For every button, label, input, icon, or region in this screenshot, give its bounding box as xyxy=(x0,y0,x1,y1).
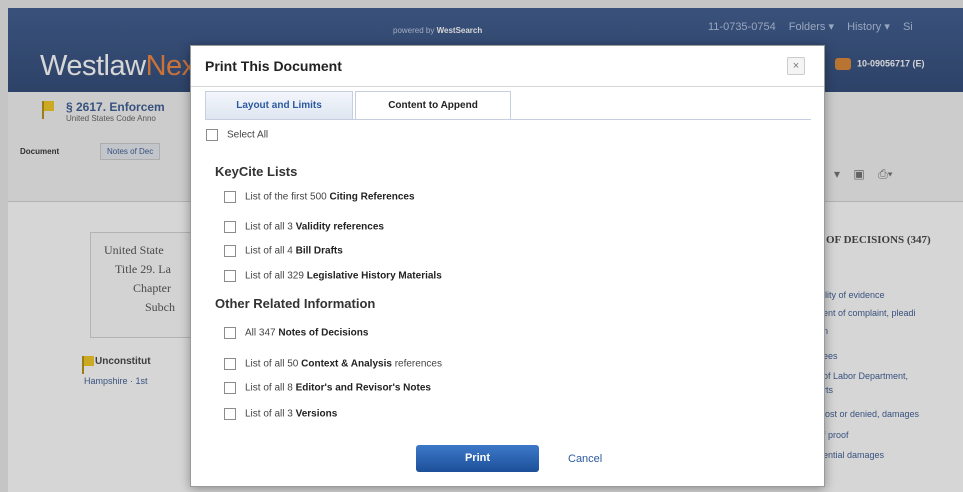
select-all-checkbox[interactable] xyxy=(206,129,218,141)
print-dialog: Print This Document × Layout and Limits … xyxy=(190,45,825,487)
bill-drafts-checkbox[interactable] xyxy=(224,245,236,257)
option-label: List of all 50 Context & Analysis refere… xyxy=(245,358,442,370)
print-button[interactable]: Print xyxy=(416,445,539,472)
option-label: List of all 329 Legislative History Mate… xyxy=(245,270,442,282)
list-item: All 347 Notes of Decisions xyxy=(224,327,368,343)
list-item: List of all 329 Legislative History Mate… xyxy=(224,270,442,286)
editors-notes-checkbox[interactable] xyxy=(224,382,236,394)
versions-checkbox[interactable] xyxy=(224,408,236,420)
option-label: List of all 3 Versions xyxy=(245,408,338,420)
dialog-title: Print This Document xyxy=(205,58,342,74)
option-label: List of all 4 Bill Drafts xyxy=(245,245,343,257)
option-label: List of all 3 Validity references xyxy=(245,221,384,233)
list-item: List of all 50 Context & Analysis refere… xyxy=(224,358,442,374)
list-item: List of all 3 Validity references xyxy=(224,221,384,237)
tab-divider xyxy=(205,119,811,120)
context-analysis-checkbox[interactable] xyxy=(224,358,236,370)
option-label: List of all 8 Editor's and Revisor's Not… xyxy=(245,382,431,394)
dialog-divider xyxy=(191,86,824,87)
close-icon[interactable]: × xyxy=(787,57,805,75)
other-related-info-heading: Other Related Information xyxy=(215,296,376,311)
citing-references-checkbox[interactable] xyxy=(224,191,236,203)
tab-content-to-append[interactable]: Content to Append xyxy=(355,91,511,120)
list-item: List of all 8 Editor's and Revisor's Not… xyxy=(224,382,431,398)
option-label: All 347 Notes of Decisions xyxy=(245,327,369,339)
legislative-history-checkbox[interactable] xyxy=(224,270,236,282)
option-label: List of the first 500 Citing References xyxy=(245,191,415,203)
list-item: List of the first 500 Citing References xyxy=(224,191,415,207)
validity-references-checkbox[interactable] xyxy=(224,221,236,233)
list-item: List of all 3 Versions xyxy=(224,408,337,424)
keycite-lists-heading: KeyCite Lists xyxy=(215,164,298,179)
select-all-label: Select All xyxy=(227,129,269,141)
tab-layout-and-limits[interactable]: Layout and Limits xyxy=(205,91,353,120)
select-all-option: Select All xyxy=(206,129,268,145)
list-item: List of all 4 Bill Drafts xyxy=(224,245,343,261)
notes-of-decisions-checkbox[interactable] xyxy=(224,327,236,339)
cancel-link[interactable]: Cancel xyxy=(568,453,602,465)
